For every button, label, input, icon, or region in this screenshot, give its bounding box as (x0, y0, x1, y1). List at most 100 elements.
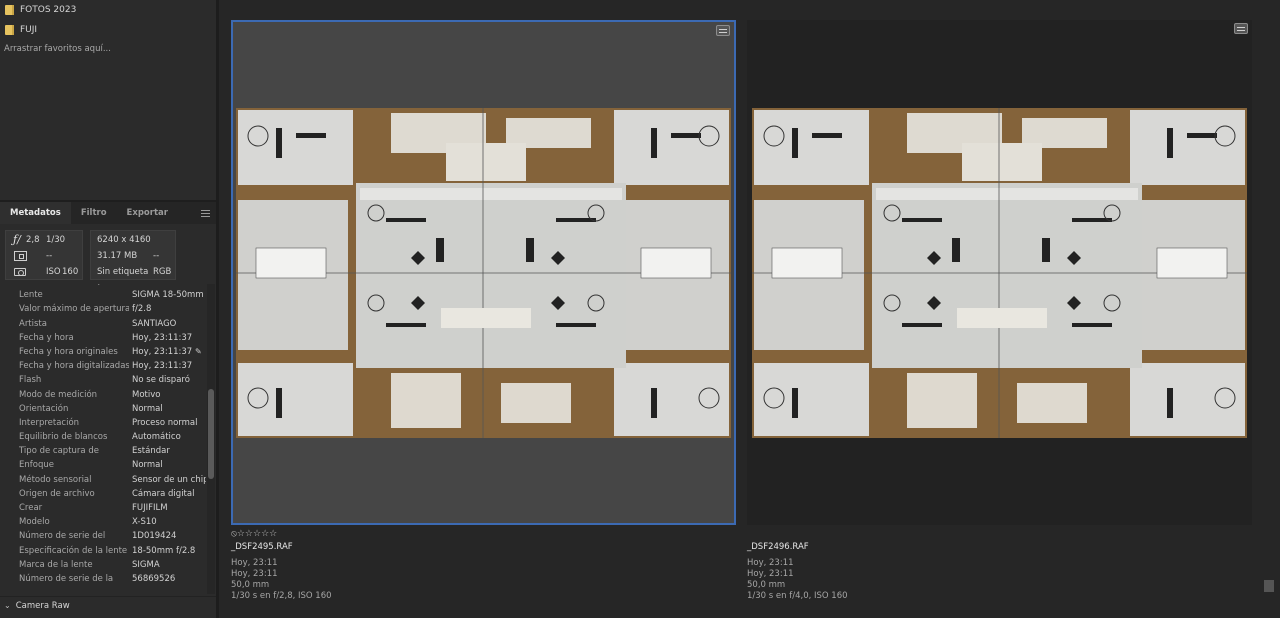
metadata-row: Modelo X-S10 (0, 515, 206, 529)
left-panel: FOTOS 2023 FUJI Arrastrar favoritos aquí… (0, 0, 216, 618)
metadata-scrollbar[interactable] (207, 284, 215, 594)
thumbnail-info: ⦸☆☆☆☆☆ _DSF2495.RAF Hoy, 23:11 Hoy, 23:1… (231, 528, 531, 602)
metadata-row: Flash No se disparó (0, 373, 206, 387)
metering-value: -- (46, 251, 53, 261)
metadata-label: Fecha y hora originales (19, 346, 118, 357)
metadata-value: FUJIFILM (132, 503, 168, 513)
metadata-value: Normal (132, 460, 163, 471)
adjustments-icon[interactable] (716, 25, 730, 36)
metering-icon (14, 251, 27, 261)
thumbnail-date: Hoy, 23:11 (747, 569, 794, 579)
content-scroll-thumb[interactable] (1264, 580, 1274, 592)
thumbnail-date: Hoy, 23:11 (747, 558, 794, 568)
metadata-value: SANTIAGO (132, 318, 177, 329)
metadata-label: Especificación de la lente (19, 545, 128, 556)
metadata-label: Modelo (19, 517, 50, 528)
metadata-row: Número de serie del 1D019424 (0, 529, 206, 543)
metadata-label: Número de serie de la (19, 573, 114, 584)
metadata-value: SIGMA 18-50mm (132, 290, 204, 301)
rating-stars[interactable]: ⦸☆☆☆☆☆ (231, 528, 531, 540)
camera-raw-section[interactable]: ⌄ Camera Raw (0, 596, 216, 614)
metadata-row: Tipo de captura de Estándar (0, 444, 206, 458)
aperture-value: 2,8 (26, 235, 40, 245)
thumbnail-info: _DSF2496.RAF Hoy, 23:11 Hoy, 23:11 50,0 … (747, 528, 1047, 602)
metadata-value: SIGMA (132, 559, 160, 570)
metadata-label: Lente (19, 290, 43, 301)
thumbnail-filename[interactable]: _DSF2495.RAF (231, 542, 531, 554)
metadata-row: Modo de medición Motivo (0, 388, 206, 402)
adjustments-icon[interactable] (1234, 23, 1248, 34)
favorite-label: FOTOS 2023 (20, 5, 77, 15)
metadata-row: Método sensorial Sensor de un chip (0, 473, 206, 487)
thumbnail-exposure: 1/30 s en f/2,8, ISO 160 (231, 591, 332, 601)
metadata-value: Normal (132, 403, 163, 414)
filesize-extra: -- (153, 251, 160, 261)
thumbnail-cell[interactable] (747, 20, 1252, 525)
metadata-row: Crear FUJIFILM (0, 501, 206, 515)
tab-exportar[interactable]: Exportar (117, 202, 178, 224)
pencil-icon[interactable]: ✎ (195, 347, 202, 355)
metadata-label: Valor máximo de apertura (19, 304, 129, 315)
panel-menu-icon[interactable] (194, 202, 216, 224)
metadata-row: Número de serie de la 56869526 (0, 572, 206, 586)
metadata-row: Orientación Normal (0, 402, 206, 416)
panel-tabs: Metadatos Filtro Exportar (0, 202, 216, 224)
metadata-value: Hoy, 23:11:37 (132, 332, 193, 343)
metadata-value: f/2.8 (132, 304, 152, 315)
metadata-row: Especificación de la lente 18-50mm f/2.8 (0, 544, 206, 558)
metadata-list: Distancia focal en película75,0 mmLenteS… (0, 284, 206, 594)
content-area: ⦸☆☆☆☆☆ _DSF2495.RAF Hoy, 23:11 Hoy, 23:1… (219, 0, 1280, 618)
tab-metadatos[interactable]: Metadatos (0, 202, 71, 224)
thumbnail-date: Hoy, 23:11 (231, 569, 278, 579)
aperture-icon: ƒ/ (13, 233, 21, 246)
folder-icon (5, 25, 14, 35)
thumbnail-filename[interactable]: _DSF2496.RAF (747, 542, 1047, 554)
metadata-value: Motivo (132, 389, 161, 400)
metadata-row: Fecha y hora Hoy, 23:11:37 (0, 331, 206, 345)
favorites-panel: FOTOS 2023 FUJI Arrastrar favoritos aquí… (0, 0, 216, 200)
colormode-value: RGB (153, 267, 172, 277)
metadata-row: Lente SIGMA 18-50mm (0, 288, 206, 302)
camera-raw-label: Camera Raw (15, 600, 70, 611)
shutter-value: 1/30 (46, 235, 66, 245)
exposure-summary: ƒ/ 2,8 1/30 -- ISO 160 (5, 230, 83, 280)
photo-thumbnail[interactable] (236, 108, 731, 438)
thumbnail-cell-selected[interactable] (231, 20, 736, 525)
thumbnail-date: Hoy, 23:11 (231, 558, 278, 568)
metadata-row: Marca de la lente SIGMA (0, 558, 206, 572)
camera-icon (14, 268, 26, 276)
metadata-label: Orientación (19, 403, 69, 414)
folder-icon (5, 5, 14, 15)
metadata-row: Valor máximo de apertura f/2.8 (0, 302, 206, 316)
metadata-value: Hoy, 23:11:37 (132, 346, 193, 357)
favorite-fuji[interactable]: FUJI (0, 20, 216, 40)
favorites-drop-hint: Arrastrar favoritos aquí... (4, 44, 111, 54)
metadata-value: Sensor de un chip (132, 474, 206, 485)
metadata-label: Número de serie del (19, 531, 106, 542)
metadata-value: Automático (132, 432, 181, 443)
metadata-label: Fecha y hora digitalizadas (19, 361, 129, 372)
metadata-scroll-thumb[interactable] (208, 389, 214, 479)
tab-filtro[interactable]: Filtro (71, 202, 117, 224)
metadata-value: No se disparó (132, 375, 190, 386)
metadata-label: Interpretación (19, 417, 80, 428)
metadata-label: Origen de archivo (19, 488, 95, 499)
metadata-value: Proceso normal (132, 417, 198, 428)
metadata-row: Enfoque Normal (0, 458, 206, 472)
metadata-row: Origen de archivo Cámara digital (0, 487, 206, 501)
metadata-value: 18-50mm f/2.8 (132, 545, 196, 556)
metadata-label: Fecha y hora (19, 332, 74, 343)
metadata-label: Enfoque (19, 460, 54, 471)
favorite-fotos-2023[interactable]: FOTOS 2023 (0, 0, 216, 20)
metadata-row: Artista SANTIAGO (0, 317, 206, 331)
iso-value: 160 (62, 267, 79, 277)
metadata-value: 1D019424 (132, 531, 177, 542)
thumbnail-focal: 50,0 mm (231, 580, 270, 590)
metadata-value: 56869526 (132, 573, 176, 584)
metadata-label: Modo de medición (19, 389, 98, 400)
photo-thumbnail[interactable] (752, 108, 1247, 438)
metadata-row: Fecha y hora originales Hoy, 23:11:37 ✎ (0, 345, 206, 359)
metadata-label: Equilibrio de blancos (19, 432, 108, 443)
metadata-value: Hoy, 23:11:37 (132, 361, 193, 372)
dimensions-value: 6240 x 4160 (97, 235, 151, 245)
